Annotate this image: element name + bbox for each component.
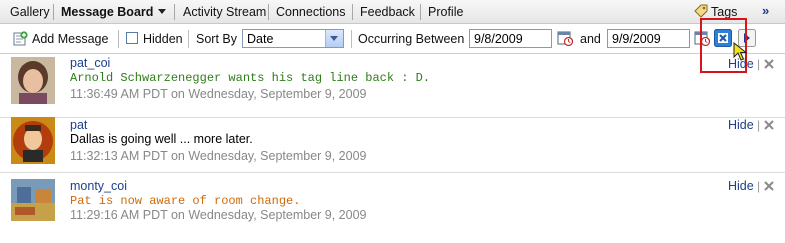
message-row: pat Dallas is going well ... more later.…	[0, 117, 785, 173]
delete-icon[interactable]	[764, 120, 774, 130]
avatar	[11, 57, 55, 104]
nav-divider	[268, 4, 269, 20]
hidden-label: Hidden	[143, 32, 183, 46]
delete-icon[interactable]	[764, 181, 774, 191]
message-timestamp: 11:29:16 AM PDT on Wednesday, September …	[70, 208, 367, 222]
action-divider: |	[757, 57, 761, 71]
calendar-icon[interactable]	[557, 30, 573, 46]
nav-tags-label: Tags	[711, 5, 738, 19]
nav-message-board-label: Message Board	[61, 5, 154, 19]
hide-button[interactable]: Hide	[728, 118, 754, 132]
message-text: Pat is now aware of room change.	[70, 194, 301, 208]
message-author[interactable]: pat_coi	[70, 56, 110, 70]
tag-icon	[694, 4, 708, 18]
more-nav-button[interactable]: »	[762, 3, 769, 18]
nav-feedback[interactable]: Feedback	[360, 4, 415, 20]
top-navigation: Gallery Message Board Activity Stream Co…	[0, 0, 785, 24]
message-timestamp: 11:32:13 AM PDT on Wednesday, September …	[70, 149, 367, 163]
nav-divider	[53, 4, 54, 20]
message-timestamp: 11:36:49 AM PDT on Wednesday, September …	[70, 87, 367, 101]
hide-button[interactable]: Hide	[728, 57, 754, 71]
nav-profile[interactable]: Profile	[428, 4, 463, 20]
add-message-icon[interactable]	[13, 31, 28, 46]
nav-divider	[352, 4, 353, 20]
nav-message-board[interactable]: Message Board	[61, 4, 167, 20]
hide-button[interactable]: Hide	[728, 179, 754, 193]
avatar	[11, 179, 55, 221]
action-divider: |	[757, 118, 761, 132]
end-date-input[interactable]	[607, 29, 690, 48]
nav-divider	[420, 4, 421, 20]
message-text: Dallas is going well ... more later.	[70, 132, 253, 146]
avatar	[11, 117, 55, 164]
action-divider: |	[757, 179, 761, 193]
sort-by-select[interactable]: Date	[242, 29, 344, 48]
nav-connections[interactable]: Connections	[276, 4, 346, 20]
message-author[interactable]: monty_coi	[70, 179, 127, 193]
sort-by-label: Sort By	[196, 32, 237, 46]
and-label: and	[580, 32, 601, 46]
nav-activity-stream[interactable]: Activity Stream	[183, 4, 266, 20]
toolbar-divider	[351, 30, 352, 48]
message-row: pat_coi Arnold Schwarzenegger wants his …	[0, 54, 785, 118]
message-author[interactable]: pat	[70, 118, 87, 132]
delete-icon[interactable]	[764, 59, 774, 69]
sort-by-value: Date	[247, 32, 274, 46]
nav-divider	[174, 4, 175, 20]
occurring-between-label: Occurring Between	[358, 32, 465, 46]
chevron-down-icon	[325, 30, 343, 47]
message-row: monty_coi Pat is now aware of room chang…	[0, 173, 785, 243]
chevron-down-icon	[158, 9, 167, 14]
message-toolbar: Add Message Hidden Sort By Date Occurrin…	[0, 25, 785, 54]
hidden-checkbox[interactable]	[126, 32, 138, 44]
message-text: Arnold Schwarzenegger wants his tag line…	[70, 71, 431, 85]
start-date-input[interactable]	[469, 29, 552, 48]
add-message-button[interactable]: Add Message	[32, 32, 108, 46]
toolbar-divider	[188, 30, 189, 48]
nav-gallery[interactable]: Gallery	[10, 4, 50, 20]
toolbar-divider	[118, 30, 119, 48]
